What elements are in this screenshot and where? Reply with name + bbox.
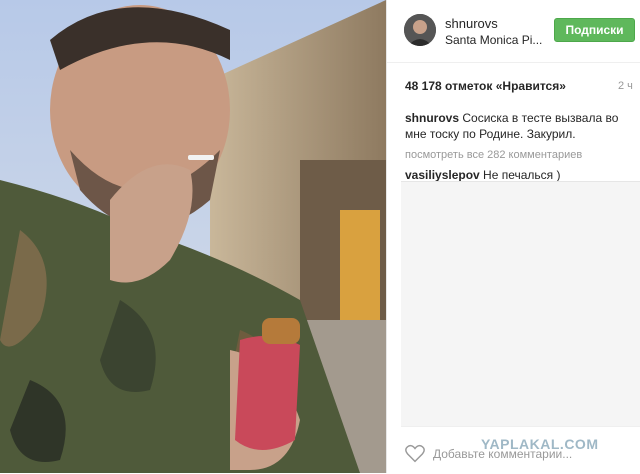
comments-scroll-area[interactable] [401, 182, 640, 426]
caption: shnurovs Сосиска в тесте вызвала во мне … [405, 110, 631, 142]
comments-list: shnurovs Сосиска в тесте вызвала во мне … [405, 110, 631, 183]
caption-author[interactable]: shnurovs [405, 111, 459, 125]
view-all-comments-link[interactable]: посмотреть все 282 комментариев [405, 147, 631, 163]
follow-button[interactable]: Подписки [554, 18, 635, 42]
avatar[interactable] [404, 14, 436, 46]
username[interactable]: shnurovs [445, 16, 498, 31]
post-photo[interactable] [0, 0, 386, 473]
comment-footer: Добавьте комментарии... YAPLAKAL.COM [401, 426, 640, 474]
timestamp[interactable]: 2 ч [618, 80, 633, 92]
heart-icon[interactable] [404, 443, 426, 465]
post-side-panel: shnurovs Santa Monica Pi... Подписки 48 … [386, 0, 640, 474]
comment-text: Не печалься ) [479, 168, 561, 182]
likes-count[interactable]: 48 178 отметок «Нравится» [405, 79, 566, 93]
location[interactable]: Santa Monica Pi... [445, 33, 542, 47]
comment-author[interactable]: vasiliyslepov [405, 168, 480, 182]
post-header: shnurovs Santa Monica Pi... Подписки [387, 0, 640, 63]
watermark: YAPLAKAL.COM [481, 436, 599, 452]
